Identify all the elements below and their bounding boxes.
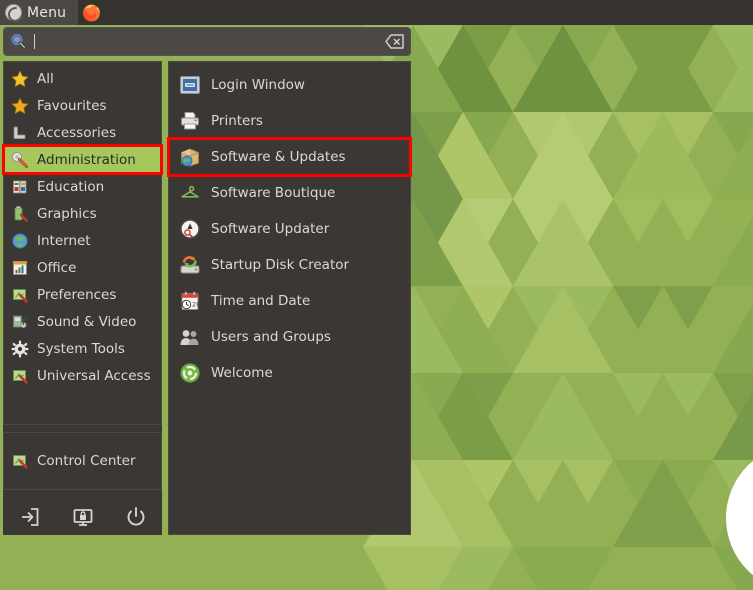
sidebar-item-label: Education [37, 178, 105, 195]
preferences-icon [11, 286, 29, 304]
category-list: All Favourites Accessories Administratio… [2, 61, 163, 425]
login-window-icon [179, 74, 201, 96]
search-bar[interactable] [3, 27, 411, 56]
app-item-software-updater[interactable]: Software Updater [169, 211, 410, 247]
app-item-time-and-date[interactable]: 28 Time and Date [169, 283, 410, 319]
app-item-label: Software Boutique [211, 185, 336, 201]
startup-disk-creator-icon [179, 254, 201, 276]
menu-panes: All Favourites Accessories Administratio… [2, 61, 412, 535]
sidebar-item-label: All [37, 70, 54, 87]
sidebar-item-label: Internet [37, 232, 91, 249]
search-input[interactable] [27, 28, 385, 55]
sidebar-item-label: Sound & Video [37, 313, 137, 330]
sidebar-item-system-tools[interactable]: System Tools [4, 335, 161, 362]
sidebar-item-office[interactable]: Office [4, 254, 161, 281]
star-icon [11, 70, 29, 88]
app-item-welcome[interactable]: Welcome [169, 355, 410, 391]
sidebar-item-preferences[interactable]: Preferences [4, 281, 161, 308]
app-item-label: Software Updater [211, 221, 330, 237]
app-item-software-updates[interactable]: Software & Updates [167, 137, 412, 177]
accessories-icon [11, 124, 29, 142]
svg-text:28: 28 [192, 301, 200, 309]
software-updates-icon [179, 146, 201, 168]
sidebar-item-label: System Tools [37, 340, 125, 357]
sidebar-item-accessories[interactable]: Accessories [4, 119, 161, 146]
sidebar-item-label: Favourites [37, 97, 107, 114]
sidebar-item-control-center[interactable]: Control Center [4, 448, 136, 474]
sidebar-item-label: Graphics [37, 205, 97, 222]
education-icon [11, 178, 29, 196]
control-center-icon [11, 452, 29, 470]
application-menu-window: All Favourites Accessories Administratio… [0, 25, 414, 537]
app-item-label: Startup Disk Creator [211, 257, 350, 273]
app-item-software-boutique[interactable]: Software Boutique [169, 175, 410, 211]
sidebar-item-administration[interactable]: Administration [2, 144, 163, 175]
graphics-icon [11, 205, 29, 223]
backspace-clear-icon[interactable] [385, 34, 404, 49]
sidebar-item-internet[interactable]: Internet [4, 227, 161, 254]
sidebar-item-education[interactable]: Education [4, 173, 161, 200]
desktop-screen: Menu All Favourites Accessories Administ… [0, 0, 753, 590]
control-center-box: Control Center [3, 432, 162, 490]
app-item-label: Welcome [211, 365, 273, 381]
app-item-label: Time and Date [211, 293, 311, 309]
sidebar-item-graphics[interactable]: Graphics [4, 200, 161, 227]
sidebar-item-universal-access[interactable]: Universal Access [4, 362, 161, 389]
app-item-users-and-groups[interactable]: Users and Groups [169, 319, 410, 355]
wrench-icon [11, 151, 29, 169]
printer-icon [179, 110, 201, 132]
welcome-icon [179, 362, 201, 384]
mint-logo-icon [5, 4, 22, 21]
power-button[interactable] [125, 506, 147, 528]
menu-button[interactable]: Menu [0, 0, 78, 25]
application-list: Login Window Printers Software & Updates… [167, 61, 412, 535]
office-icon [11, 259, 29, 277]
category-sidebar: All Favourites Accessories Administratio… [2, 61, 163, 535]
magnifier-icon [10, 33, 27, 50]
logout-button[interactable] [19, 506, 41, 528]
universal-access-icon [11, 367, 29, 385]
sidebar-item-label: Preferences [37, 286, 117, 303]
top-panel: Menu [0, 0, 753, 25]
app-item-login-window[interactable]: Login Window [169, 67, 410, 103]
sidebar-item-label: Accessories [37, 124, 117, 141]
firefox-icon[interactable] [82, 3, 101, 22]
globe-icon [11, 232, 29, 250]
app-item-label: Software & Updates [211, 149, 346, 165]
star-icon [11, 97, 29, 115]
users-groups-icon [179, 326, 201, 348]
sidebar-item-all[interactable]: All [4, 65, 161, 92]
sidebar-item-favourites[interactable]: Favourites [4, 92, 161, 119]
sidebar-item-sound-video[interactable]: Sound & Video [4, 308, 161, 335]
lock-screen-button[interactable] [72, 506, 94, 528]
sidebar-item-label: Control Center [37, 453, 136, 469]
menu-button-label: Menu [27, 4, 67, 21]
software-updater-icon [179, 218, 201, 240]
app-item-label: Printers [211, 113, 263, 129]
calendar-clock-icon: 28 [179, 290, 201, 312]
sidebar-item-label: Office [37, 259, 77, 276]
sound-video-icon [11, 313, 29, 331]
sidebar-item-label: Administration [37, 151, 136, 168]
gear-icon [11, 340, 29, 358]
app-item-label: Login Window [211, 77, 305, 93]
app-item-printers[interactable]: Printers [169, 103, 410, 139]
software-boutique-icon [179, 182, 201, 204]
app-item-startup-disk-creator[interactable]: Startup Disk Creator [169, 247, 410, 283]
session-buttons [3, 499, 162, 535]
app-item-label: Users and Groups [211, 329, 331, 345]
sidebar-item-label: Universal Access [37, 367, 151, 384]
text-caret [34, 34, 35, 49]
